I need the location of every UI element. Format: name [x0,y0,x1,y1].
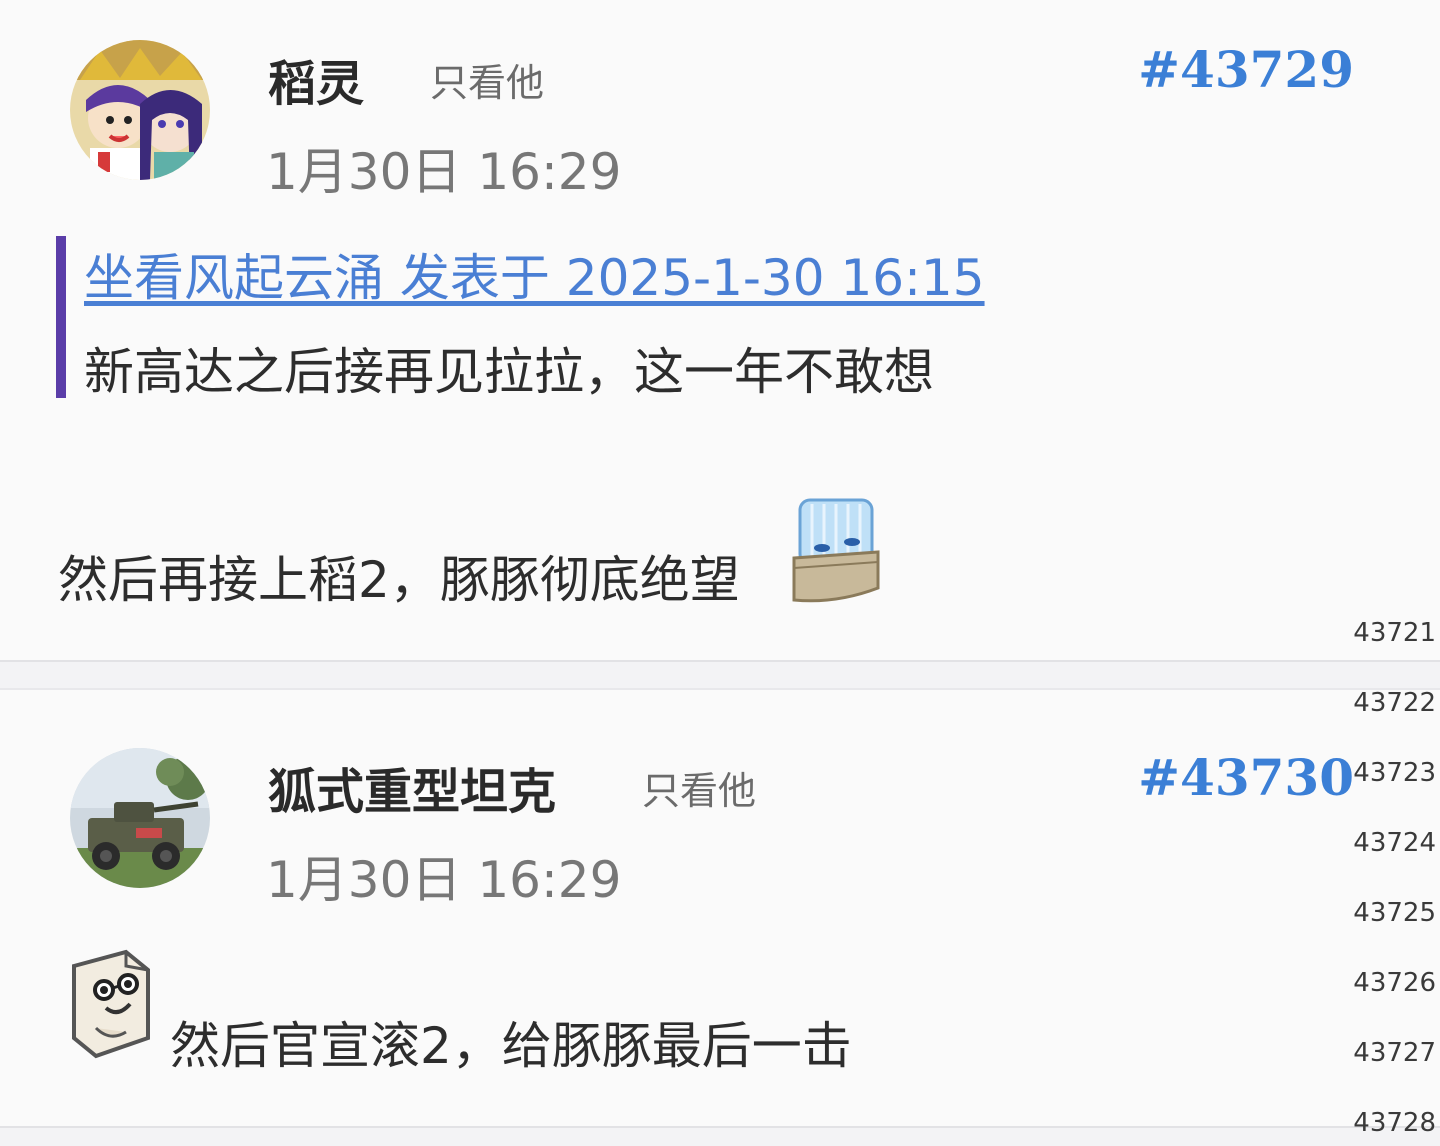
floor-index-item[interactable]: 43726 [1353,968,1436,998]
quote-source-link[interactable]: 坐看风起云涌 发表于 2025-1-30 16:15 [84,238,985,310]
floor-index-item[interactable]: 43728 [1353,1108,1436,1138]
post-card: 狐式重型坦克 只看他 1月30日 16:29 #43730 然后官宣滚2，给豚豚… [0,688,1440,1128]
post-body: 然后再接上稻2，豚豚彻底绝望 [58,551,740,609]
floor-index-item[interactable]: 43727 [1353,1038,1436,1068]
only-him-button[interactable]: 只看他 [642,760,756,815]
floor-index-item[interactable]: 43722 [1353,688,1436,718]
floor-index-item[interactable]: 43721 [1353,618,1436,648]
post-time: 1月30日 16:29 [266,143,622,201]
quote-text: 新高达之后接再见拉拉，这一年不敢想 [84,343,934,401]
post-body: 然后官宣滚2，给豚豚最后一击 [170,1017,852,1075]
armored-car-avatar-icon [70,748,210,888]
username[interactable]: 狐式重型坦克 [268,752,556,822]
post-card: 稻灵 只看他 1月30日 16:29 #43729 坐看风起云涌 发表于 202… [0,0,1440,662]
post-time: 1月30日 16:29 [266,851,622,909]
smug-glasses-sticker-icon [66,946,154,1062]
username[interactable]: 稻灵 [268,44,364,114]
floor-index-item[interactable]: 43724 [1353,828,1436,858]
floor-index-item[interactable]: 43725 [1353,898,1436,928]
only-him-button[interactable]: 只看他 [430,52,544,107]
floor-number[interactable]: #43730 [1138,748,1354,807]
user-avatar[interactable] [70,40,210,180]
floor-number[interactable]: #43729 [1138,40,1354,99]
crying-block-sticker-icon [790,492,882,606]
quote-block: 坐看风起云涌 发表于 2025-1-30 16:15 新高达之后接再见拉拉，这一… [56,236,985,401]
anime-characters-avatar-icon [70,40,210,180]
user-avatar[interactable] [70,748,210,888]
floor-index-item[interactable]: 43723 [1353,758,1436,788]
thread-page: 稻灵 只看他 1月30日 16:29 #43729 坐看风起云涌 发表于 202… [0,0,1440,1146]
